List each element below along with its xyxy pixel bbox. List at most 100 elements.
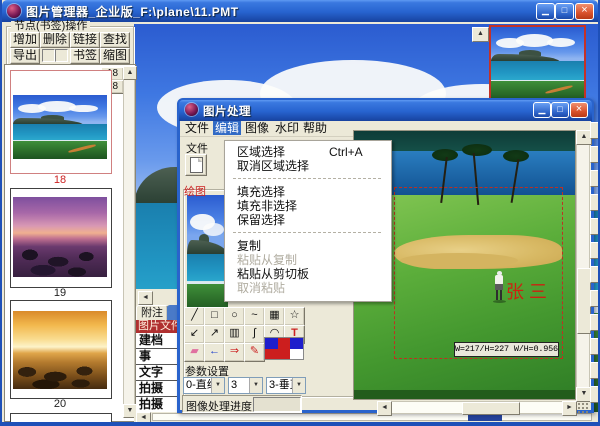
menu-item-paste-from-copy: 粘贴从复制 (225, 253, 391, 267)
canvas-vscrollbar[interactable] (576, 130, 590, 400)
menu-item-cancel-region-select[interactable]: 取消区域选择 (225, 159, 391, 173)
strip-button[interactable] (590, 242, 599, 259)
strip-button[interactable] (590, 266, 599, 283)
selected-row-label[interactable]: 图片文件 (136, 320, 180, 333)
bookmark-button[interactable]: 书签 (70, 48, 100, 64)
tool-arrow-right-button[interactable]: ⇒ (224, 343, 245, 362)
grid-row[interactable]: 拍摄 (136, 381, 180, 397)
main-scroll-up-icon[interactable]: ▲ (472, 27, 489, 42)
menu-separator (233, 232, 381, 233)
save-file-button[interactable] (185, 154, 207, 176)
option-box-1[interactable] (42, 49, 55, 62)
palette-cell-red (278, 349, 291, 360)
color-palette-button[interactable] (264, 337, 304, 360)
maximize-button[interactable]: □ (555, 3, 574, 20)
menu-help[interactable]: 帮助 (301, 121, 329, 135)
palette-cell-red (278, 338, 291, 349)
canvas-preview-photo (187, 195, 228, 313)
canvas-vscroll-thumb[interactable] (577, 268, 591, 334)
direction-combo[interactable]: 3-垂直 ▼ (266, 377, 306, 394)
tool-histogram-button[interactable]: ▥ (224, 325, 245, 344)
bottom-scrollbar-track[interactable] (152, 413, 592, 421)
strip-button[interactable] (590, 386, 599, 403)
tool-star-button[interactable]: ☆ (284, 307, 305, 326)
strip-button[interactable] (590, 194, 599, 211)
dialog-minimize-button[interactable]: ▁ (533, 102, 551, 118)
menu-item-copy[interactable]: 复制 (225, 239, 391, 253)
find-button[interactable]: 查找 (100, 32, 130, 48)
sidebar-scroll-up-icon[interactable]: ▲ (123, 66, 137, 80)
dialog-maximize-button[interactable]: □ (551, 102, 569, 118)
strip-button[interactable] (590, 122, 599, 139)
palm-frond (503, 150, 529, 162)
minimize-button[interactable]: ▁ (536, 3, 555, 20)
size-combo[interactable]: 3 ▼ (228, 377, 263, 394)
menu-item-keep-selection[interactable]: 保留选择 (225, 213, 391, 227)
notes-scroll-left-icon[interactable]: ◄ (138, 291, 153, 305)
strip-button[interactable] (590, 362, 599, 379)
add-button[interactable]: 增加 (10, 32, 40, 48)
strip-button[interactable] (590, 146, 599, 163)
tool-line-button[interactable]: ╱ (184, 307, 205, 326)
corner-thumbnail[interactable] (489, 25, 586, 104)
thumbnail-item[interactable] (10, 300, 112, 399)
grid-row[interactable]: 拍摄 (136, 397, 180, 413)
line-type-combo[interactable]: 0-直线 ▼ (183, 377, 225, 394)
grid-row[interactable]: 文字 (136, 365, 180, 381)
option-box-2[interactable] (55, 49, 68, 62)
menu-item-region-select[interactable]: 区域选择 Ctrl+A (225, 145, 391, 159)
tool-line-end-button[interactable]: ↙ (184, 325, 205, 344)
thumbnail-button[interactable]: 缩图 (100, 48, 130, 64)
menu-item-fill-selection[interactable]: 填充选择 (225, 185, 391, 199)
tool-pen-button[interactable]: ✎ (244, 343, 265, 362)
palette-cell-blue (290, 338, 303, 349)
menu-item-fill-non-selection[interactable]: 填充非选择 (225, 199, 391, 213)
tool-stamp-button[interactable]: ▦ (264, 307, 285, 326)
canvas-scroll-left-icon[interactable]: ◄ (377, 401, 392, 416)
dialog-title-bar: 图片处理 ▁ □ × (179, 100, 592, 121)
dialog-title: 图片处理 (203, 103, 403, 119)
thumbnail-item[interactable] (10, 188, 112, 288)
grid-row[interactable]: 事 (136, 349, 180, 365)
title-bar: 图片管理器_企业版_F:\plane\11.PMT ▁ □ × (2, 0, 598, 22)
menu-file[interactable]: 文件 (183, 121, 211, 135)
palette-cell-blue (265, 338, 278, 349)
grid-row[interactable]: 建档 (136, 333, 180, 349)
menu-edit[interactable]: 编辑 (213, 121, 241, 135)
dropdown-icon[interactable]: ▼ (292, 378, 305, 393)
palette-cell-white (290, 349, 303, 360)
canvas-scroll-right-icon[interactable]: ► (562, 401, 577, 416)
dimension-status: W=217/H=227 W/H=0.956 (454, 342, 559, 357)
tool-eraser-button[interactable]: ▰ (184, 343, 205, 362)
dialog-close-button[interactable]: × (570, 102, 588, 118)
menu-watermark[interactable]: 水印 (273, 121, 301, 135)
menu-item-cancel-paste: 取消粘贴 (225, 281, 391, 295)
dropdown-icon[interactable]: ▼ (249, 378, 262, 393)
progress-bar (253, 397, 301, 412)
link-button[interactable]: 链接 (70, 32, 100, 48)
tool-arrow-left-button[interactable]: ← (204, 343, 225, 362)
strip-button[interactable] (590, 170, 599, 187)
notes-hscroll-left-icon[interactable]: ◄ (136, 412, 151, 424)
tool-curve-button[interactable]: ~ (244, 307, 265, 326)
thumbnail-item[interactable] (10, 70, 112, 174)
canvas-hscroll-thumb[interactable] (462, 402, 520, 415)
delete-button[interactable]: 删除 (40, 32, 70, 48)
strip-button[interactable] (590, 338, 599, 355)
tool-arrow-up-right-button[interactable]: ↗ (204, 325, 225, 344)
strip-button[interactable] (590, 314, 599, 331)
strip-button[interactable] (590, 290, 599, 307)
export-button[interactable]: 导出 (10, 48, 40, 64)
tool-ellipse-button[interactable]: ○ (224, 307, 245, 326)
dropdown-icon[interactable]: ▼ (211, 378, 224, 393)
menu-image[interactable]: 图像 (243, 121, 271, 135)
close-button[interactable]: × (575, 3, 594, 20)
menu-item-paste-from-clipboard[interactable]: 粘贴从剪切板 (225, 267, 391, 281)
tool-brush-button[interactable]: ∫ (244, 325, 265, 344)
draw-group-label: 绘图 (184, 183, 206, 199)
resize-grip[interactable] (577, 402, 589, 413)
strip-button[interactable] (590, 218, 599, 235)
picture-manager-window: 图片管理器_企业版_F:\plane\11.PMT ▁ □ × 节点(书签)操作… (0, 0, 600, 426)
sidebar-scrollbar[interactable] (123, 66, 135, 416)
tool-rectangle-button[interactable]: □ (204, 307, 225, 326)
